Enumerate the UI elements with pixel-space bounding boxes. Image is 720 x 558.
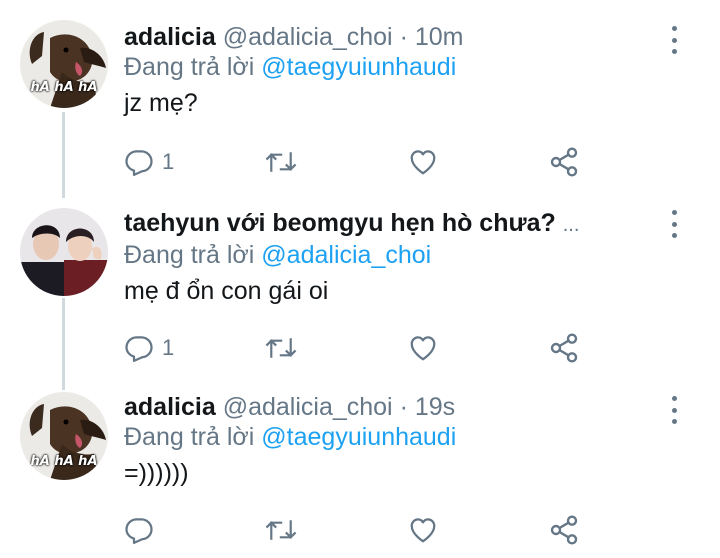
tweet-actions [124, 514, 594, 546]
display-name[interactable]: adalicia [124, 23, 216, 51]
retweet-button[interactable] [264, 514, 298, 546]
retweet-button[interactable] [264, 332, 298, 364]
avatar-caption: hA hA hA [30, 80, 98, 95]
reply-context: Đang trả lời @adalicia_choi [124, 240, 660, 270]
reply-prefix: Đang trả lời [124, 423, 255, 451]
share-icon [550, 147, 578, 177]
reply-prefix: Đang trả lời [124, 241, 255, 269]
separator-dot: · [399, 23, 408, 51]
reply-context: Đang trả lời @taegyuiunhaudi [124, 52, 660, 82]
tweet[interactable]: hA hA hA adalicia @adalicia_choi · 19s Đ… [0, 390, 720, 558]
reply-count: 1 [162, 335, 175, 360]
separator-dot: · [399, 393, 408, 421]
tweet-text: =)))))) [124, 459, 189, 487]
tweet-text: mẹ đ ổn con gái oi [124, 277, 329, 305]
avatar[interactable]: hA hA hA [20, 20, 108, 108]
mention-link[interactable]: @taegyuiunhaudi [261, 53, 456, 81]
mention-link[interactable]: @taegyuiunhaudi [261, 423, 456, 451]
reply-icon [125, 150, 153, 176]
like-button[interactable] [408, 146, 438, 178]
retweet-icon [265, 338, 297, 358]
reply-button[interactable]: 1 [124, 332, 174, 364]
tweet[interactable]: hA hA hA adalicia @adalicia_choi · 10m Đ… [0, 18, 720, 188]
tweet-text: jz mẹ? [124, 89, 198, 117]
reply-count: 1 [162, 149, 175, 174]
tweet-header: taehyun với beomgyu hẹn hò chưa? ... [124, 208, 660, 240]
tweet-header: adalicia @adalicia_choi · 19s [124, 392, 660, 422]
retweet-icon [265, 520, 297, 540]
username[interactable]: @adalicia_choi [223, 393, 393, 421]
like-button[interactable] [408, 514, 438, 546]
two-people-avatar-image [20, 208, 108, 296]
tweet-header: adalicia @adalicia_choi · 10m [124, 22, 660, 52]
reply-button[interactable]: 1 [124, 146, 174, 178]
avatar[interactable]: hA hA hA [20, 392, 108, 480]
display-name[interactable]: adalicia [124, 393, 216, 421]
share-icon [550, 515, 578, 545]
mention-link[interactable]: @adalicia_choi [261, 241, 431, 269]
reply-icon [125, 518, 153, 544]
like-button[interactable] [408, 332, 438, 364]
timestamp[interactable]: 19s [415, 393, 455, 421]
like-icon [410, 150, 436, 175]
like-icon [410, 336, 436, 361]
reply-button[interactable] [124, 514, 162, 546]
more-icon[interactable] [668, 396, 680, 424]
tweet-actions: 1 [124, 332, 594, 364]
tweet[interactable]: taehyun với beomgyu hẹn hò chưa? ... Đan… [0, 202, 720, 372]
share-button[interactable] [548, 146, 580, 178]
tweet-actions: 1 [124, 146, 594, 178]
retweet-icon [265, 152, 297, 172]
like-icon [410, 518, 436, 543]
avatar[interactable] [20, 208, 108, 296]
reply-context: Đang trả lời @taegyuiunhaudi [124, 422, 660, 452]
retweet-button[interactable] [264, 146, 298, 178]
more-icon[interactable] [668, 210, 680, 238]
timestamp[interactable]: 10m [415, 23, 464, 51]
display-name[interactable]: taehyun với beomgyu hẹn hò chưa? [124, 209, 556, 237]
share-button[interactable] [548, 332, 580, 364]
avatar-caption: hA hA hA [30, 454, 98, 469]
reply-icon [125, 336, 153, 362]
truncation-ellipsis: ... [562, 214, 580, 236]
reply-prefix: Đang trả lời [124, 53, 255, 81]
share-icon [550, 333, 578, 363]
more-icon[interactable] [668, 26, 680, 54]
username[interactable]: @adalicia_choi [223, 23, 393, 51]
share-button[interactable] [548, 514, 580, 546]
